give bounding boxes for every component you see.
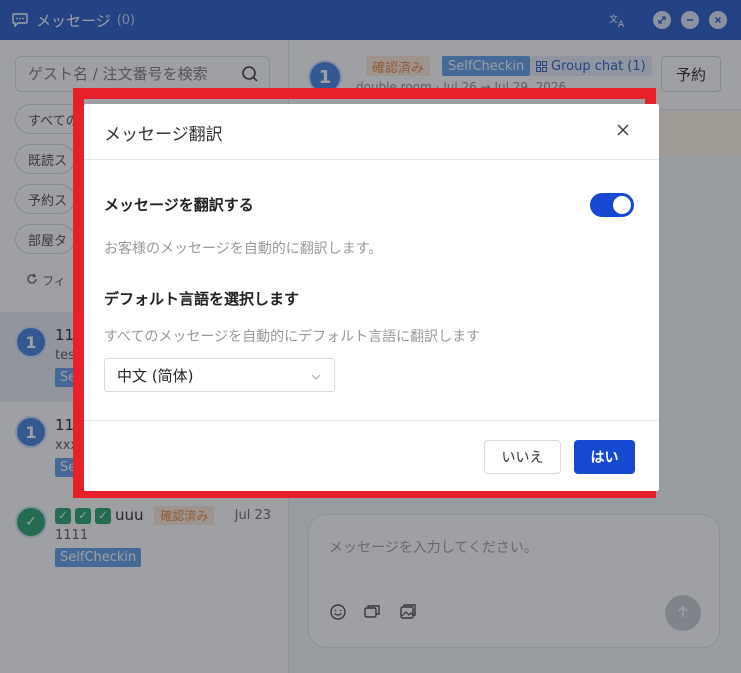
confirm-button[interactable]: はい [574, 440, 635, 474]
language-select[interactable]: 中文 (简体) [104, 358, 335, 392]
translate-description: お客様のメッセージを自動的に翻訳します。 [104, 241, 383, 257]
translation-dialog: メッセージ翻訳 メッセージを翻訳する お客様のメッセージを自動的に翻訳します。 … [84, 104, 659, 491]
close-icon[interactable] [615, 122, 631, 138]
dialog-title: メッセージ翻訳 [104, 125, 223, 145]
cancel-button[interactable]: いいえ [484, 440, 561, 474]
chevron-down-icon [310, 369, 322, 381]
toggle-knob [613, 196, 631, 214]
default-language-label: デフォルト言語を選択します [104, 290, 300, 308]
default-language-description: すべてのメッセージを自動的にデフォルト言語に翻訳します [104, 329, 481, 345]
dialog-divider [84, 420, 659, 421]
translate-label: メッセージを翻訳する [104, 196, 254, 214]
translate-toggle[interactable] [590, 193, 634, 217]
dialog-divider [84, 159, 659, 160]
selected-language: 中文 (简体) [117, 366, 194, 385]
